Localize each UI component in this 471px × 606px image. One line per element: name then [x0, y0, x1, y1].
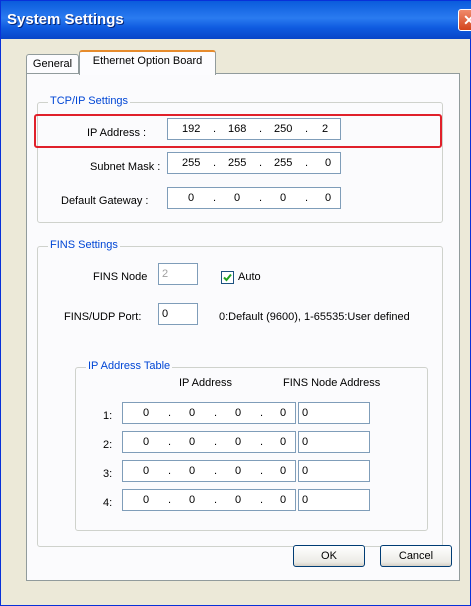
checkmark-icon	[223, 273, 232, 282]
dot: .	[260, 407, 264, 419]
gw-octet-1: 0	[188, 192, 195, 204]
dot: .	[168, 465, 172, 477]
octet: 0	[280, 436, 287, 448]
dot: .	[168, 494, 172, 506]
table-row-ip-field[interactable]: 0 . 0 . 0 . 0	[122, 402, 296, 424]
row-index: 3:	[103, 468, 113, 480]
system-settings-dialog: System Settings ✕ General Ethernet Optio…	[0, 0, 471, 606]
octet: 0	[189, 465, 196, 477]
gw-dot: .	[213, 192, 217, 204]
table-row-node-field[interactable]: 0	[298, 460, 370, 482]
ok-button[interactable]: OK	[293, 545, 365, 567]
col-ip-address-header: IP Address	[179, 377, 232, 389]
fins-port-hint: 0:Default (9600), 1-65535:User defined	[219, 311, 410, 323]
col-fins-node-header: FINS Node Address	[283, 377, 381, 389]
mask-octet-4: 0	[325, 157, 332, 169]
octet: 0	[143, 494, 150, 506]
octet: 0	[143, 436, 150, 448]
dialog-title: System Settings	[7, 11, 124, 28]
dot: .	[260, 436, 264, 448]
octet: 0	[235, 436, 242, 448]
dot: .	[214, 465, 218, 477]
octet: 0	[280, 407, 287, 419]
mask-dot: .	[213, 157, 217, 169]
mask-dot: .	[305, 157, 309, 169]
octet: 0	[280, 494, 287, 506]
row-index: 2:	[103, 439, 113, 451]
fins-udp-port-label: FINS/UDP Port:	[64, 311, 142, 323]
fins-group-label: FINS Settings	[48, 239, 120, 251]
dot: .	[214, 407, 218, 419]
ip-table-group-label: IP Address Table	[86, 360, 173, 372]
row-index: 4:	[103, 497, 113, 509]
default-gateway-field[interactable]: 0 . 0 . 0 . 0	[167, 187, 341, 209]
dot: .	[168, 436, 172, 448]
octet: 0	[143, 465, 150, 477]
dot: .	[214, 436, 218, 448]
tab-general[interactable]: General	[26, 54, 79, 74]
fins-node-field[interactable]: 2	[158, 263, 198, 285]
gw-octet-3: 0	[280, 192, 287, 204]
close-button[interactable]: ✕	[458, 9, 471, 31]
fins-udp-port-field[interactable]: 0	[158, 303, 198, 325]
dot: .	[260, 494, 264, 506]
subnet-mask-label: Subnet Mask :	[90, 161, 161, 173]
octet: 0	[189, 436, 196, 448]
tab-ethernet-option-board[interactable]: Ethernet Option Board	[79, 50, 216, 75]
mask-octet-2: 255	[228, 157, 247, 169]
dot: .	[214, 494, 218, 506]
table-row-ip-field[interactable]: 0 . 0 . 0 . 0	[122, 489, 296, 511]
tcpip-group-label: TCP/IP Settings	[48, 95, 131, 107]
octet: 0	[280, 465, 287, 477]
auto-label: Auto	[238, 271, 261, 283]
table-row-node-field[interactable]: 0	[298, 431, 370, 453]
gw-dot: .	[305, 192, 309, 204]
row-index: 1:	[103, 410, 113, 422]
mask-dot: .	[259, 157, 263, 169]
dot: .	[168, 407, 172, 419]
table-row-ip-field[interactable]: 0 . 0 . 0 . 0	[122, 431, 296, 453]
default-gateway-label: Default Gateway :	[61, 195, 149, 207]
auto-checkbox[interactable]	[221, 271, 234, 284]
table-row-node-field[interactable]: 0	[298, 402, 370, 424]
tab-panel: TCP/IP Settings IP Address : 192 . 168 .…	[26, 73, 460, 581]
octet: 0	[235, 407, 242, 419]
octet: 0	[189, 407, 196, 419]
octet: 0	[235, 494, 242, 506]
gw-dot: .	[259, 192, 263, 204]
mask-octet-1: 255	[182, 157, 201, 169]
table-row-node-field[interactable]: 0	[298, 489, 370, 511]
table-row-ip-field[interactable]: 0 . 0 . 0 . 0	[122, 460, 296, 482]
octet: 0	[143, 407, 150, 419]
gw-octet-4: 0	[325, 192, 332, 204]
cancel-button[interactable]: Cancel	[380, 545, 452, 567]
mask-octet-3: 255	[274, 157, 293, 169]
octet: 0	[235, 465, 242, 477]
fins-node-label: FINS Node	[93, 271, 148, 283]
subnet-mask-field[interactable]: 255 . 255 . 255 . 0	[167, 152, 341, 174]
ip-address-highlight	[34, 114, 442, 148]
gw-octet-2: 0	[234, 192, 241, 204]
dot: .	[260, 465, 264, 477]
octet: 0	[189, 494, 196, 506]
title-bar[interactable]: System Settings ✕	[1, 1, 471, 39]
